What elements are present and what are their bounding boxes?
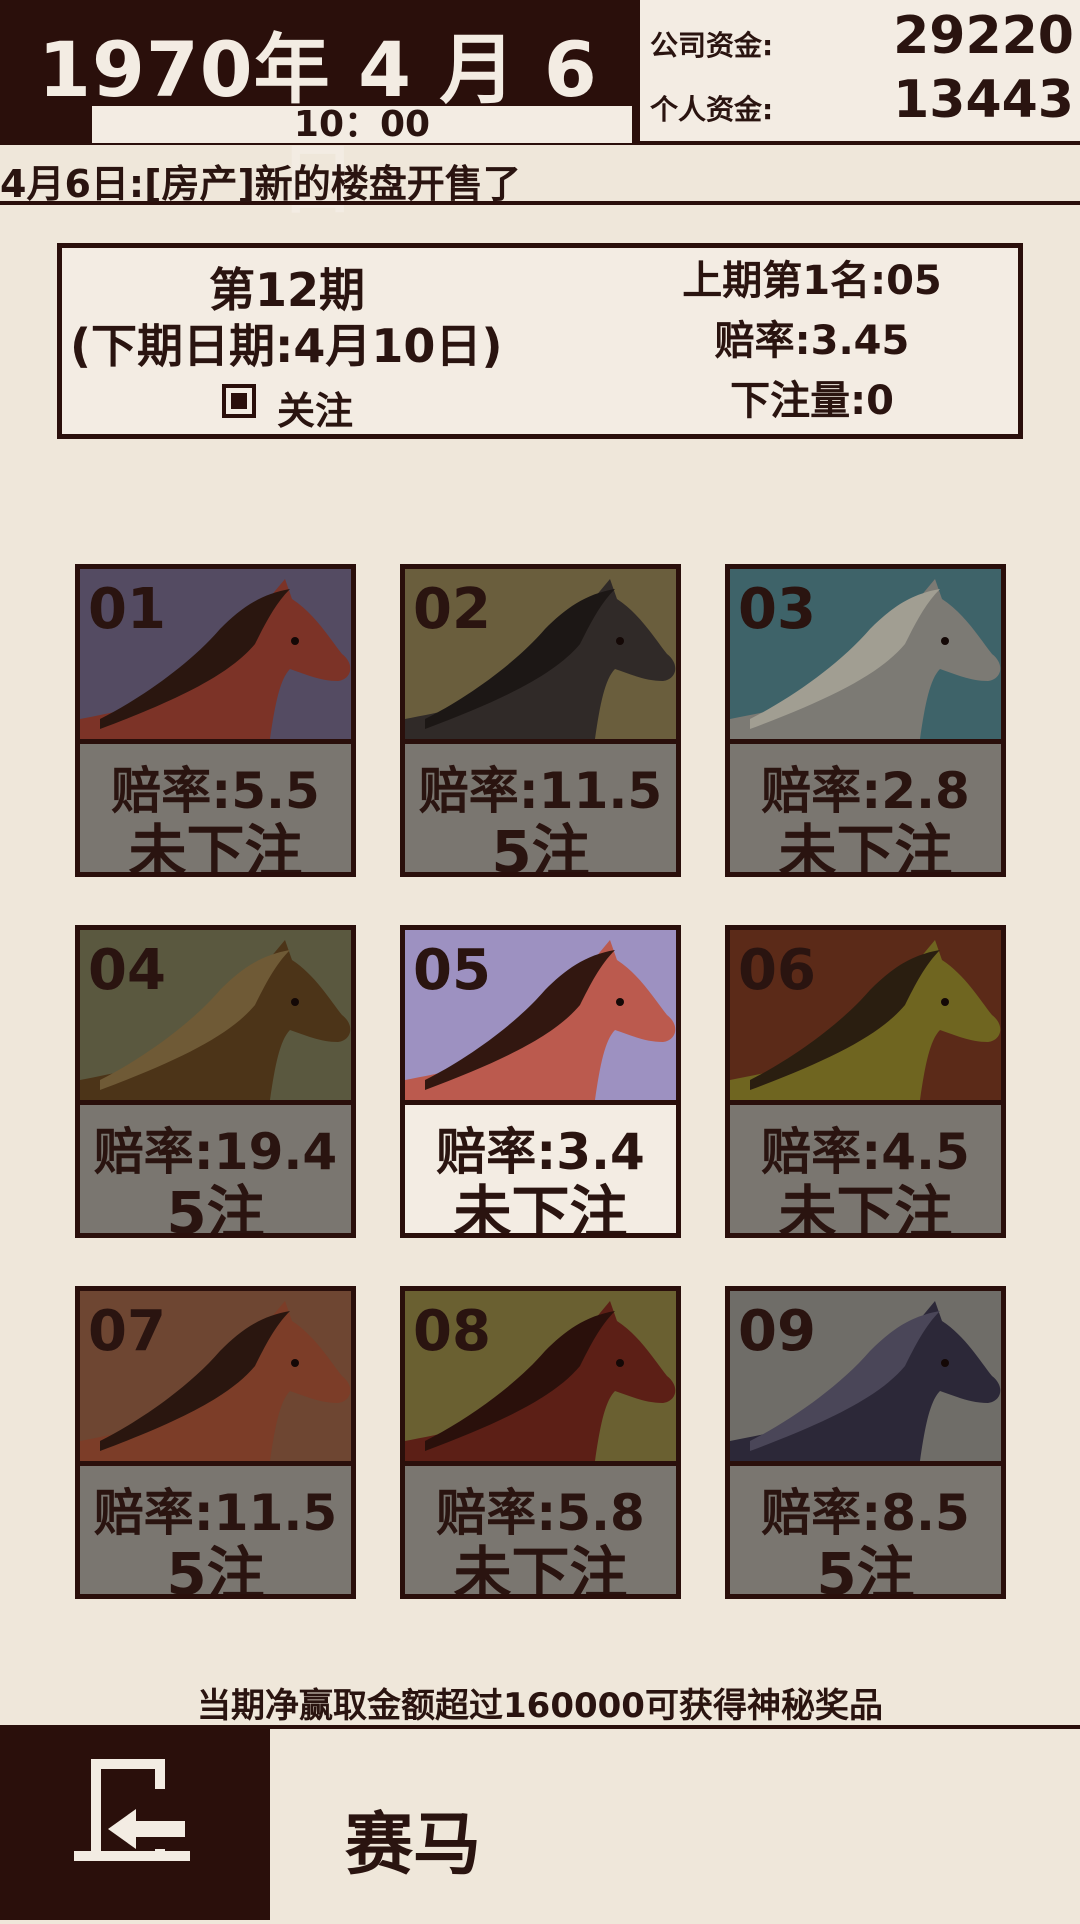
horse-number: 01: [88, 577, 166, 642]
horse-bet-status: 未下注: [128, 818, 303, 877]
company-funds-value: 29220: [893, 6, 1074, 66]
horse-number: 07: [88, 1299, 166, 1364]
exit-button[interactable]: [0, 1729, 270, 1920]
horse-bet-status: 未下注: [453, 1540, 628, 1599]
company-funds-label: 公司资金:: [650, 29, 774, 62]
horse-card[interactable]: 04 赔率:19.4 5注: [75, 925, 356, 1238]
card-divider: [405, 1461, 676, 1466]
next-period-date: (下期日期:4月10日): [70, 319, 503, 373]
card-divider: [80, 1461, 351, 1466]
horse-card[interactable]: 02 赔率:11.5 5注: [400, 564, 681, 877]
news-ticker: 4月6日:[房产]新的楼盘开售了: [0, 145, 1080, 206]
funds-panel: 公司资金: 29220 个人资金: 13443: [636, 0, 1080, 145]
company-funds-row: 公司资金: 29220: [650, 6, 1074, 68]
follow-label: 关注: [277, 389, 354, 433]
card-divider: [405, 739, 676, 744]
horse-card[interactable]: 03 赔率:2.8 未下注: [725, 564, 1006, 877]
horse-bet-status: 未下注: [778, 818, 953, 877]
news-text: 4月6日:[房产]新的楼盘开售了: [0, 162, 521, 206]
date-panel: 1970年 4 月 6 日 10：00: [0, 0, 636, 224]
card-divider: [80, 1100, 351, 1105]
card-divider: [730, 739, 1001, 744]
horse-bet-status: 5注: [166, 1179, 265, 1238]
horse-bet-status: 5注: [491, 818, 590, 877]
horse-card[interactable]: 05 赔率:3.4 未下注: [400, 925, 681, 1238]
horse-bet-status: 未下注: [453, 1179, 628, 1238]
horse-card[interactable]: 09 赔率:8.5 5注: [725, 1286, 1006, 1599]
prize-notice: 当期净赢取金额超过160000可获得神秘奖品: [197, 1686, 883, 1726]
bottom-bar: 赛马: [0, 1725, 1080, 1920]
horse-number: 02: [413, 577, 491, 642]
card-divider: [405, 1100, 676, 1105]
horse-bet-status: 未下注: [778, 1179, 953, 1238]
horse-card[interactable]: 06 赔率:4.5 未下注: [725, 925, 1006, 1238]
checkbox-icon[interactable]: [222, 384, 256, 418]
horse-number: 03: [738, 577, 816, 642]
bet-amount: 下注量:0: [730, 378, 894, 424]
horse-card[interactable]: 01 赔率:5.5 未下注: [75, 564, 356, 877]
horse-bet-status: 5注: [816, 1540, 915, 1599]
game-time: 10：00: [92, 106, 632, 143]
horse-bet-status: 5注: [166, 1540, 265, 1599]
personal-funds-value: 13443: [893, 70, 1074, 130]
card-divider: [730, 1461, 1001, 1466]
horse-number: 08: [413, 1299, 491, 1364]
horse-number: 06: [738, 938, 816, 1003]
horse-number: 05: [413, 938, 491, 1003]
card-divider: [730, 1100, 1001, 1105]
personal-funds-label: 个人资金:: [650, 93, 774, 126]
personal-funds-row: 个人资金: 13443: [650, 70, 1074, 132]
horse-number: 09: [738, 1299, 816, 1364]
horse-card[interactable]: 07 赔率:11.5 5注: [75, 1286, 356, 1599]
period-odds: 赔率:3.45: [714, 318, 910, 364]
horse-number: 04: [88, 938, 166, 1003]
horse-card[interactable]: 08 赔率:5.8 未下注: [400, 1286, 681, 1599]
period-info-panel: 第12期 (下期日期:4月10日) 关注 上期第1名:05 赔率:3.45 下注…: [57, 243, 1023, 439]
exit-door-icon: [74, 1759, 190, 1861]
card-divider: [80, 739, 351, 744]
last-winner: 上期第1名:05: [682, 258, 942, 304]
screen-title: 赛马: [345, 1806, 482, 1885]
